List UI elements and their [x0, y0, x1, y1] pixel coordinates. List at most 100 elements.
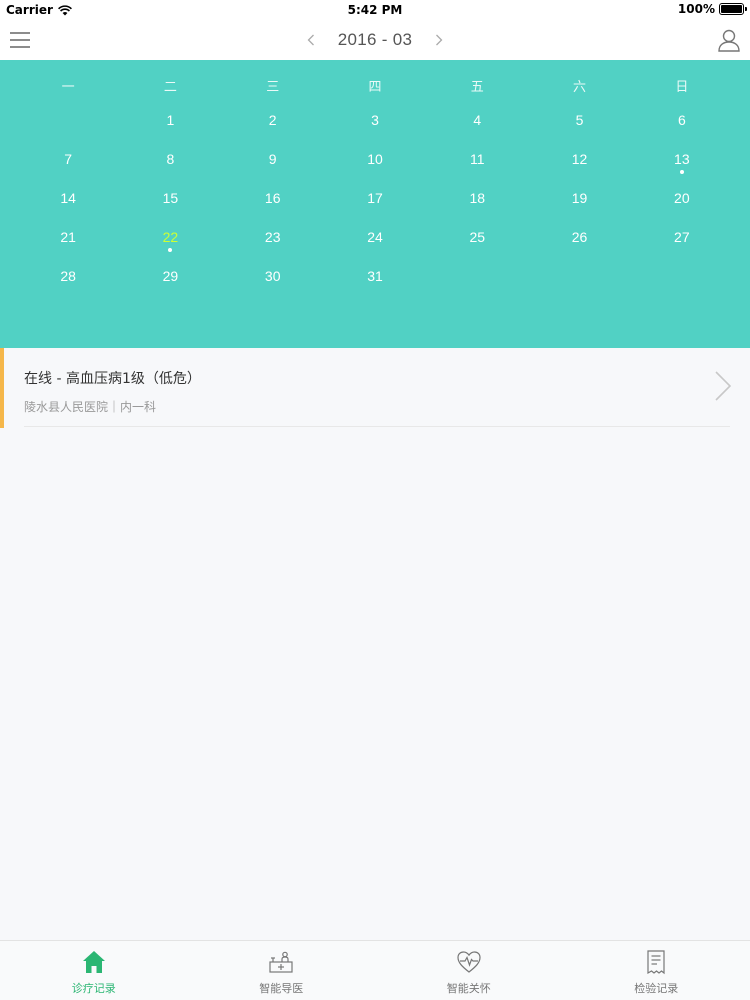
- tab-records[interactable]: 诊疗记录: [0, 941, 188, 1000]
- chevron-left-icon: [307, 34, 314, 46]
- day-number: 28: [60, 268, 76, 284]
- calendar-day-18[interactable]: 18: [426, 178, 528, 217]
- record-subtitle: 陵水县人民医院｜内一科: [24, 400, 157, 414]
- day-number: 5: [575, 112, 584, 128]
- weekday-label: 日: [675, 80, 689, 95]
- day-number: 19: [571, 190, 588, 206]
- user-profile-icon[interactable]: [716, 27, 742, 53]
- calendar-day-21[interactable]: 21: [17, 217, 119, 256]
- tab-lab-records[interactable]: 检验记录: [563, 941, 750, 1000]
- day-number: 9: [268, 151, 277, 167]
- calendar-day-20[interactable]: 20: [631, 178, 733, 217]
- day-number: 13: [674, 151, 690, 167]
- calendar-days-grid: 1 2 3 4 5 6 7 8 9 10 11 12 13 14 15 16 17 18 19 20 21 22 23 24 2…: [17, 100, 733, 295]
- day-number: 12: [571, 151, 588, 167]
- month-title: 2016 - 03: [337, 30, 413, 49]
- calendar-day-24[interactable]: 24: [324, 217, 426, 256]
- day-number: 23: [264, 229, 281, 245]
- record-divider: [24, 426, 730, 427]
- record-indicator-dot: [679, 170, 684, 174]
- day-number: 2: [268, 112, 277, 128]
- battery-group: 100%: [677, 2, 747, 16]
- day-number: 22: [162, 229, 179, 245]
- calendar-day-13[interactable]: 13: [631, 139, 733, 178]
- calendar-day-10[interactable]: 10: [324, 139, 426, 178]
- weekday-label: 一: [61, 80, 75, 95]
- calendar-day-12[interactable]: 12: [528, 139, 630, 178]
- calendar-day-empty: [528, 256, 630, 295]
- day-number: 8: [166, 151, 175, 167]
- nav-bar: 2016 - 03: [0, 20, 750, 60]
- calendar-day-25[interactable]: 25: [426, 217, 528, 256]
- calendar-day-15[interactable]: 15: [119, 178, 221, 217]
- calendar-day-31[interactable]: 31: [324, 256, 426, 295]
- calendar-day-16[interactable]: 16: [222, 178, 324, 217]
- day-number: 16: [264, 190, 281, 206]
- calendar-day-2[interactable]: 2: [222, 100, 324, 139]
- next-month-button[interactable]: [432, 30, 446, 50]
- day-number: 14: [60, 190, 76, 206]
- chevron-right-icon: [436, 34, 443, 46]
- calendar-day-17[interactable]: 17: [324, 178, 426, 217]
- calendar-day-26[interactable]: 26: [528, 217, 630, 256]
- status-bar: Carrier 5:42 PM 100%: [0, 0, 750, 20]
- record-item[interactable]: 在线 - 高血压病1级（低危） 陵水县人民医院｜内一科: [0, 348, 750, 428]
- day-number: 24: [367, 229, 383, 245]
- calendar-day-14[interactable]: 14: [17, 178, 119, 217]
- day-number: 4: [473, 112, 482, 128]
- day-number: 29: [162, 268, 179, 284]
- tab-guide[interactable]: 智能导医: [188, 941, 376, 1000]
- status-time: 5:42 PM: [347, 3, 403, 17]
- weekday-label: 四: [368, 80, 382, 95]
- calendar-day-7[interactable]: 7: [17, 139, 119, 178]
- record-accent-bar: [0, 348, 4, 428]
- calendar-day-22[interactable]: 22: [119, 217, 221, 256]
- battery-percent: 100%: [677, 2, 715, 16]
- day-number: 10: [367, 151, 383, 167]
- calendar: 一 二 三 四 五 六 日 1 2 3 4 5 6 7 8 9 10 11 12 13 14 15 16 17 1…: [0, 60, 750, 348]
- day-number: 27: [674, 229, 690, 245]
- calendar-day-9[interactable]: 9: [222, 139, 324, 178]
- day-number: 7: [64, 151, 73, 167]
- calendar-day-23[interactable]: 23: [222, 217, 324, 256]
- tab-bar: 诊疗记录 智能导医 智能关怀 检验记录: [0, 940, 750, 1000]
- calendar-day-5[interactable]: 5: [528, 100, 630, 139]
- weekday-label: 二: [163, 80, 177, 95]
- day-number: 26: [571, 229, 588, 245]
- calendar-day-3[interactable]: 3: [324, 100, 426, 139]
- document-list-icon: [647, 950, 665, 975]
- tab-label: 智能关怀: [446, 982, 491, 995]
- calendar-day-empty: [17, 100, 119, 139]
- calendar-day-8[interactable]: 8: [119, 139, 221, 178]
- day-number: 15: [162, 190, 179, 206]
- tab-care[interactable]: 智能关怀: [375, 941, 563, 1000]
- calendar-day-empty: [631, 256, 733, 295]
- day-number: 6: [677, 112, 686, 128]
- day-number: 1: [166, 112, 175, 128]
- medical-desk-icon: [269, 951, 293, 973]
- calendar-day-1[interactable]: 1: [119, 100, 221, 139]
- calendar-day-29[interactable]: 29: [119, 256, 221, 295]
- record-title: 在线 - 高血压病1级（低危）: [24, 371, 201, 387]
- day-number: 17: [367, 190, 383, 206]
- day-number: 21: [60, 229, 76, 245]
- calendar-day-11[interactable]: 11: [426, 139, 528, 178]
- record-indicator-dot: [168, 248, 173, 252]
- calendar-day-19[interactable]: 19: [528, 178, 630, 217]
- weekday-label: 三: [266, 80, 280, 95]
- calendar-day-4[interactable]: 4: [426, 100, 528, 139]
- calendar-day-28[interactable]: 28: [17, 256, 119, 295]
- day-number: 30: [264, 268, 281, 284]
- tab-label: 智能导医: [259, 982, 304, 995]
- prev-month-button[interactable]: [304, 30, 318, 50]
- weekday-header: 一 二 三 四 五 六 日: [17, 76, 733, 95]
- calendar-day-30[interactable]: 30: [222, 256, 324, 295]
- day-number: 20: [674, 190, 690, 206]
- day-number: 3: [371, 112, 379, 128]
- calendar-day-27[interactable]: 27: [631, 217, 733, 256]
- tab-label: 检验记录: [634, 982, 679, 995]
- tab-label: 诊疗记录: [71, 982, 116, 995]
- calendar-day-6[interactable]: 6: [631, 100, 733, 139]
- day-number: 25: [469, 229, 486, 245]
- day-number: 11: [470, 151, 485, 167]
